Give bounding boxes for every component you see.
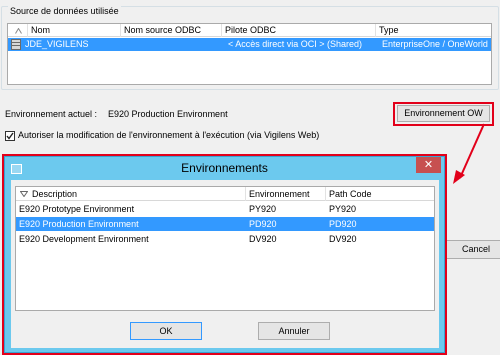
environment-row[interactable]: E920 Prototype Environment PY920 PY920 bbox=[16, 202, 434, 216]
environment-path-code: PY920 bbox=[329, 204, 357, 214]
col-header-name[interactable]: Nom bbox=[28, 24, 121, 37]
checkmark-icon bbox=[6, 132, 14, 140]
environment-path-code: DV920 bbox=[329, 234, 357, 244]
allow-change-label: Autoriser la modification de l'environne… bbox=[18, 130, 320, 140]
environment-code: DV920 bbox=[249, 234, 277, 244]
environments-grid[interactable]: Description Environnement Path Code E920… bbox=[15, 186, 435, 311]
sort-column-header[interactable] bbox=[8, 24, 28, 37]
current-environment-label: Environnement actuel : bbox=[5, 109, 98, 119]
ok-button[interactable]: OK bbox=[130, 322, 202, 340]
dialog-title: Environnements bbox=[181, 161, 268, 175]
col-header-odbc-source[interactable]: Nom source ODBC bbox=[121, 24, 222, 37]
datasource-name: JDE_VIGILENS bbox=[25, 39, 89, 49]
datasource-grid[interactable]: Nom Nom source ODBC Pilote ODBC Type JDE… bbox=[7, 23, 492, 85]
environment-row-selected[interactable]: E920 Production Environment PD920 PD920 bbox=[16, 217, 434, 231]
datasource-row[interactable]: JDE_VIGILENS < Accès direct via OCI > (S… bbox=[8, 38, 491, 51]
dialog-body: Description Environnement Path Code E920… bbox=[11, 180, 439, 348]
annuler-button[interactable]: Annuler bbox=[258, 322, 330, 340]
datasource-driver: < Accès direct via OCI > (Shared) bbox=[228, 39, 363, 49]
environments-grid-header: Description Environnement Path Code bbox=[16, 187, 434, 201]
environment-description: E920 Prototype Environment bbox=[19, 204, 135, 214]
environment-code: PD920 bbox=[249, 219, 277, 229]
close-button[interactable]: ✕ bbox=[416, 157, 441, 173]
cancel-button[interactable]: Cancel bbox=[446, 240, 500, 259]
filter-icon bbox=[20, 191, 28, 197]
col-header-description-label: Description bbox=[32, 189, 78, 199]
red-arrow-icon bbox=[453, 123, 485, 184]
col-header-environment[interactable]: Environnement bbox=[246, 187, 326, 201]
environment-code: PY920 bbox=[249, 204, 277, 214]
dialog-titlebar[interactable]: Environnements ✕ bbox=[5, 157, 444, 180]
environments-dialog: Environnements ✕ Description Environneme… bbox=[2, 154, 447, 355]
environment-row[interactable]: E920 Development Environment DV920 DV920 bbox=[16, 232, 434, 246]
datasource-legend: Source de données utilisée bbox=[8, 6, 121, 16]
col-header-type[interactable]: Type bbox=[376, 24, 493, 37]
datasource-group: Source de données utilisée Nom Nom sourc… bbox=[1, 6, 499, 90]
datasource-type: EnterpriseOne / OneWorld bbox=[382, 39, 488, 49]
allow-change-checkbox[interactable] bbox=[5, 131, 15, 141]
close-icon: ✕ bbox=[423, 159, 434, 171]
sort-asc-icon bbox=[15, 28, 22, 34]
database-icon bbox=[11, 39, 21, 50]
dialog-frame: Environnements ✕ Description Environneme… bbox=[4, 156, 445, 353]
environment-path-code: PD920 bbox=[329, 219, 357, 229]
col-header-odbc-driver[interactable]: Pilote ODBC bbox=[222, 24, 376, 37]
col-header-path-code[interactable]: Path Code bbox=[326, 187, 436, 201]
current-environment-value: E920 Production Environment bbox=[108, 109, 228, 119]
environment-description: E920 Production Environment bbox=[19, 219, 139, 229]
datasource-odbc-source bbox=[121, 38, 222, 51]
col-header-description[interactable]: Description bbox=[16, 187, 246, 201]
datasource-grid-header: Nom Nom source ODBC Pilote ODBC Type bbox=[8, 24, 491, 37]
environment-description: E920 Development Environment bbox=[19, 234, 149, 244]
